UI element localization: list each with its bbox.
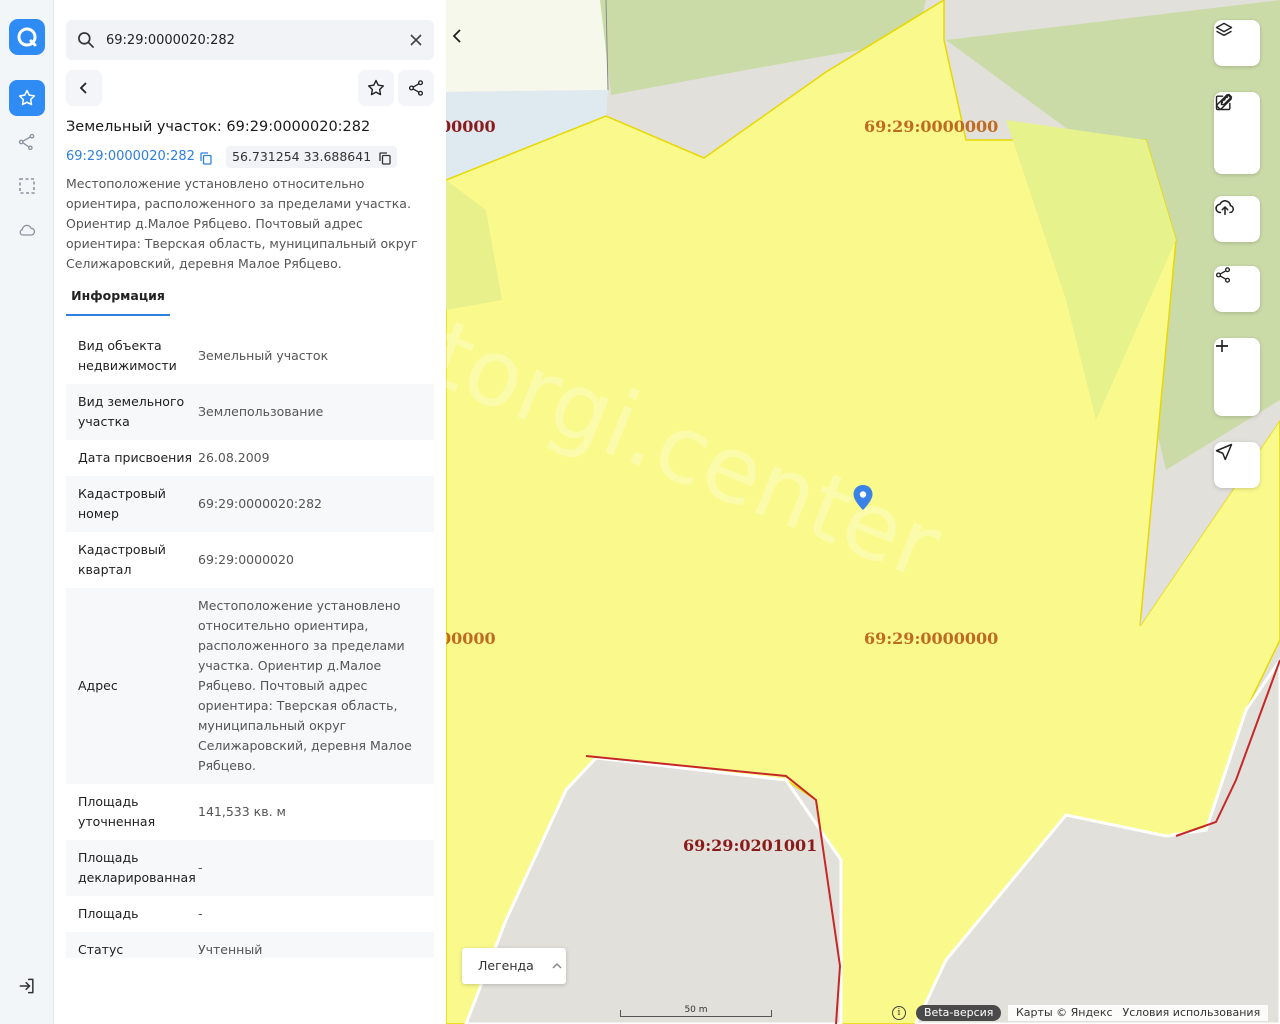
cadastral-label: 69:29:0201001 (683, 836, 818, 855)
table-row: Статус Учтенный (66, 932, 434, 958)
info-icon[interactable]: i (892, 1006, 906, 1020)
parcel-description: Местоположение установлено относительно … (66, 176, 418, 271)
table-row: Площадь уточненная 141,533 кв. м (66, 784, 434, 840)
row-value: - (198, 860, 203, 875)
row-key: Площадь декларированная (78, 850, 196, 885)
app: Земельный участок: 69:29:0000020:282 69:… (0, 0, 1280, 1024)
row-key: Дата присвоения (78, 450, 192, 465)
row-key: Адрес (78, 678, 118, 693)
zoom-control (1214, 338, 1260, 416)
table-row: Площадь декларированная - (66, 840, 434, 896)
logout-button[interactable] (9, 968, 45, 1004)
locate-control (1214, 442, 1260, 488)
layers-control (1214, 20, 1260, 66)
table-row: Вид земельного участка Землепользование (66, 384, 434, 440)
share-button[interactable] (398, 70, 434, 106)
table-row: Площадь - (66, 896, 434, 932)
map-attribution: Карты © Яндекс Условия использования (1008, 1005, 1269, 1021)
back-button[interactable] (66, 70, 102, 106)
zoom-out-button[interactable] (1214, 345, 1260, 413)
terms-link[interactable]: Условия использования (1123, 1006, 1261, 1019)
edit-button[interactable] (1214, 93, 1260, 168)
cadastral-label: 00000 (446, 629, 496, 648)
table-row: Адрес Местоположение установлено относит… (66, 588, 434, 784)
zoom-out-icon (1216, 345, 1228, 347)
select-area-icon (19, 178, 35, 194)
row-value: 69:29:0000020 (198, 552, 294, 567)
cadastral-label: 69:29:0000000 (864, 117, 999, 136)
chevron-left-icon (79, 82, 87, 94)
cadastral-label: 00000 (446, 117, 496, 136)
star-icon (367, 79, 385, 96)
row-key: Вид объекта недвижимости (78, 338, 177, 373)
tab-information[interactable]: Информация (66, 280, 170, 316)
table-row: Дата присвоения 26.08.2009 (66, 440, 434, 476)
favorite-button[interactable] (358, 70, 394, 106)
scale-bar: 50 m (620, 1005, 772, 1019)
info-panel: Земельный участок: 69:29:0000020:282 69:… (54, 0, 446, 1024)
row-value: Учтенный (198, 942, 263, 957)
layers-button[interactable] (1214, 20, 1260, 66)
locate-button[interactable] (1214, 442, 1260, 488)
cloud-icon (19, 224, 36, 236)
clear-search-icon[interactable] (406, 30, 426, 50)
properties-table: Вид объекта недвижимости Земельный участ… (66, 328, 434, 958)
cadastral-number-link[interactable]: 69:29:0000020:282 (66, 149, 195, 164)
rail-select-area-button[interactable] (9, 168, 45, 204)
legend-button[interactable]: Легенда (462, 948, 566, 984)
row-value: 141,533 кв. м (198, 804, 286, 819)
collapse-panel-button[interactable] (446, 20, 468, 52)
coordinates-text: 56.731254 33.688641 (232, 149, 372, 164)
row-key: Кадастровый номер (78, 486, 166, 521)
share-control (1214, 266, 1260, 312)
legend-label: Легенда (478, 958, 534, 973)
upload-icon (1215, 200, 1234, 216)
scale-label: 50 m (684, 1005, 708, 1015)
row-key: Вид земельного участка (78, 394, 185, 429)
map-view[interactable]: torgi.center 00000 69:29:0000000 00000 6… (446, 0, 1280, 1024)
coordinates-chip[interactable]: 56.731254 33.688641 (226, 146, 398, 168)
tools-control (1214, 92, 1260, 174)
map-area (446, 0, 608, 92)
row-key: Кадастровый квартал (78, 542, 166, 577)
beta-badge: Beta-версия (916, 1005, 1002, 1021)
row-key: Площадь уточненная (78, 794, 156, 829)
rail-favorites-button[interactable] (9, 80, 45, 116)
row-value: Землепользование (198, 404, 324, 419)
row-value: 69:29:0000020:282 (198, 496, 322, 511)
star-icon (18, 89, 36, 106)
rail-route-button[interactable] (9, 124, 45, 160)
table-row: Кадастровый квартал 69:29:0000020 (66, 532, 434, 588)
row-key: Статус (78, 942, 124, 957)
share-icon (1215, 267, 1231, 283)
map-share-button[interactable] (1214, 266, 1260, 312)
table-row: Кадастровый номер 69:29:0000020:282 (66, 476, 434, 532)
row-key: Площадь (78, 906, 139, 921)
search-icon (76, 30, 96, 54)
upload-button[interactable] (1214, 196, 1260, 242)
rail-cloud-button[interactable] (9, 212, 45, 248)
table-row: Вид объекта недвижимости Земельный участ… (66, 328, 434, 384)
route-icon (18, 133, 35, 151)
upload-control (1214, 196, 1260, 242)
locate-icon (1215, 443, 1233, 461)
left-rail (0, 0, 54, 1024)
chevron-left-icon (452, 29, 461, 43)
edit-icon (1215, 93, 1233, 111)
row-value: Местоположение установлено относительно … (198, 598, 412, 773)
search-input[interactable] (106, 30, 396, 50)
cadastral-label: 69:29:0000000 (864, 629, 999, 648)
row-value: - (198, 906, 203, 921)
logo-icon[interactable] (9, 19, 45, 55)
row-value: Земельный участок (198, 348, 329, 363)
copyright-text: Карты © Яндекс (1016, 1006, 1113, 1019)
share-icon (408, 80, 424, 96)
copy-icon[interactable] (200, 150, 212, 169)
logout-icon (19, 978, 34, 994)
copy-icon[interactable] (379, 150, 391, 172)
row-value: 26.08.2009 (198, 450, 270, 465)
search-bar (66, 20, 434, 60)
parcel-title: Земельный участок: 69:29:0000020:282 (66, 119, 371, 135)
layers-icon (1215, 22, 1233, 37)
